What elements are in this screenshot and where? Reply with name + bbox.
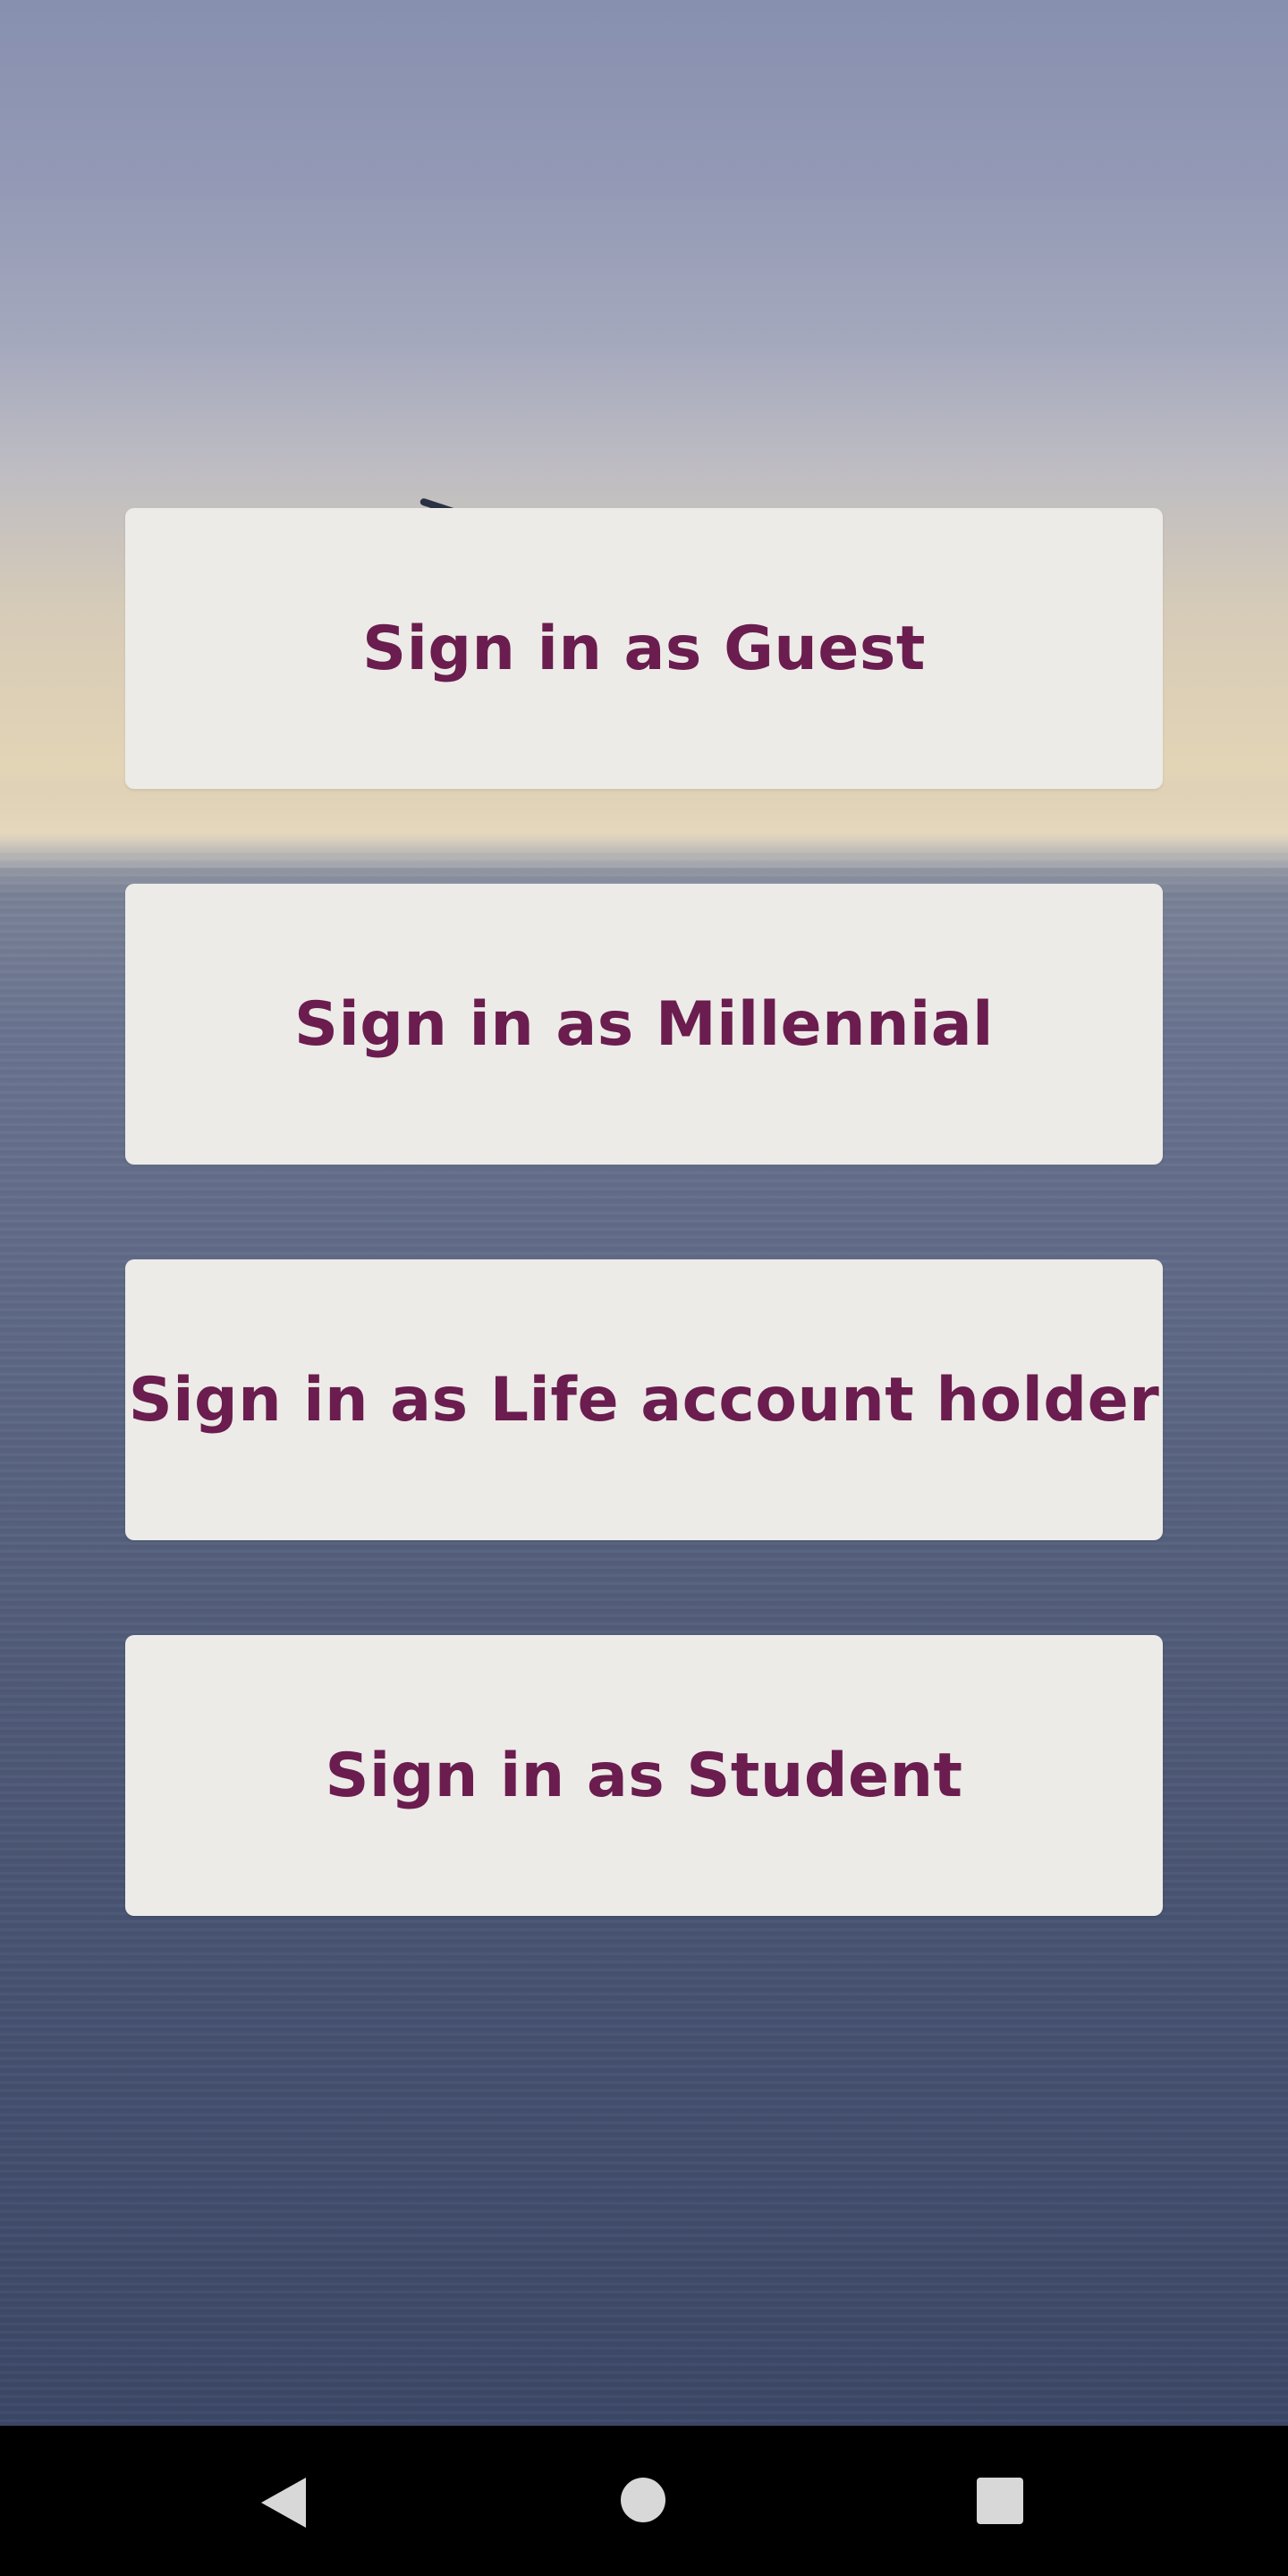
signin-millennial-label: Sign in as Millennial xyxy=(293,988,994,1060)
signin-student-button[interactable]: Sign in as Student xyxy=(125,1635,1163,1916)
signin-guest-label: Sign in as Guest xyxy=(362,613,926,684)
signin-guest-button[interactable]: Sign in as Guest xyxy=(125,508,1163,789)
home-circle-icon[interactable] xyxy=(621,2478,665,2522)
signin-student-label: Sign in as Student xyxy=(325,1740,963,1811)
signin-life-account-holder-label: Sign in as Life account holder xyxy=(128,1364,1160,1436)
back-triangle-icon[interactable] xyxy=(261,2478,306,2528)
signin-screen: Sign in as Guest Sign in as Millennial S… xyxy=(0,0,1288,2576)
recents-square-icon[interactable] xyxy=(977,2478,1023,2524)
signin-options-list: Sign in as Guest Sign in as Millennial S… xyxy=(125,508,1163,2011)
signin-millennial-button[interactable]: Sign in as Millennial xyxy=(125,884,1163,1165)
signin-life-account-holder-button[interactable]: Sign in as Life account holder xyxy=(125,1259,1163,1540)
